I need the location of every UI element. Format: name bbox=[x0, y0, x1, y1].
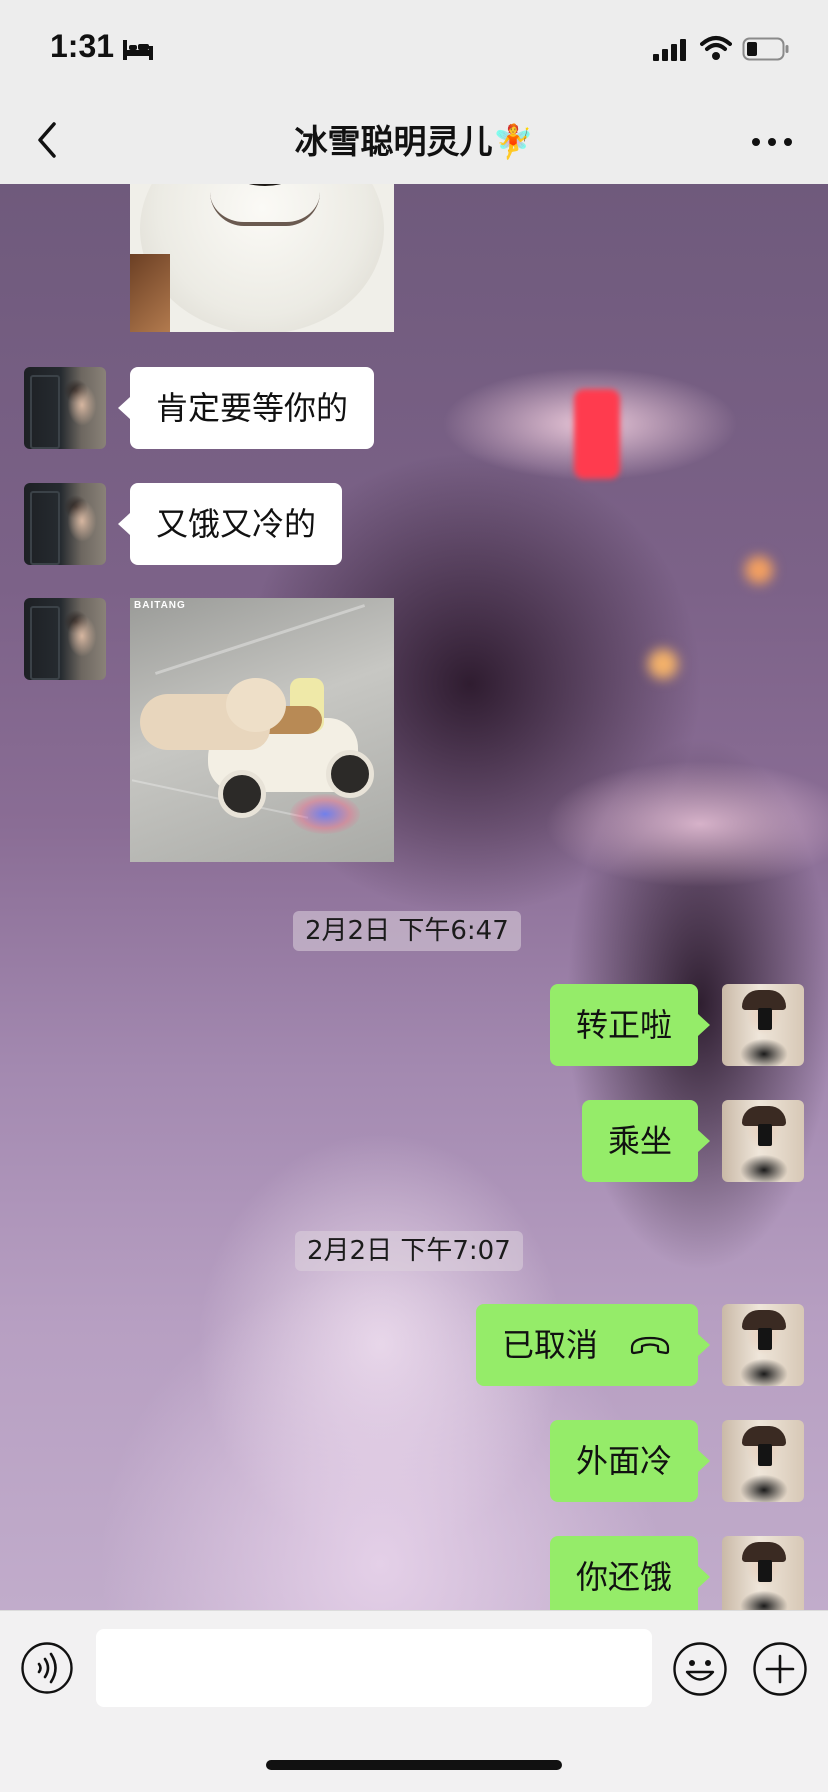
friend-avatar[interactable] bbox=[24, 598, 106, 680]
dog-nose bbox=[228, 184, 302, 186]
bed-icon bbox=[123, 40, 153, 60]
friend-message-bubble[interactable]: 肯定要等你的 bbox=[117, 367, 375, 449]
home-indicator[interactable] bbox=[266, 1760, 562, 1770]
my-message-bubble[interactable]: 转正啦 bbox=[549, 984, 711, 1066]
message-timestamp: 2月2日 下午6:47 bbox=[293, 911, 521, 951]
my-avatar[interactable] bbox=[722, 984, 804, 1066]
chat-screen: 1:31 冰雪聪明灵儿🧚 肯定要等你的 又饿又冷的 BAITANG 2月2日 下… bbox=[0, 0, 828, 1792]
avatar-detail bbox=[758, 1124, 772, 1146]
cat-scooter-sticker[interactable]: BAITANG bbox=[130, 598, 394, 862]
call-status-text: 已取消 bbox=[501, 1326, 598, 1364]
my-avatar[interactable] bbox=[722, 1304, 804, 1386]
my-avatar[interactable] bbox=[722, 1536, 804, 1610]
friend-avatar[interactable] bbox=[24, 367, 106, 449]
wifi-icon bbox=[700, 36, 732, 60]
avatar-detail bbox=[742, 990, 786, 1010]
avatar-detail bbox=[30, 606, 60, 680]
plus-icon[interactable] bbox=[752, 1641, 808, 1697]
chat-header: 冰雪聪明灵儿🧚 bbox=[0, 100, 828, 184]
avatar-detail bbox=[30, 491, 60, 565]
message-timestamp: 2月2日 下午7:07 bbox=[295, 1231, 523, 1271]
cat-head bbox=[226, 678, 286, 732]
friend-message-bubble[interactable]: 又饿又冷的 bbox=[117, 483, 343, 565]
avatar-detail bbox=[758, 1560, 772, 1582]
my-avatar[interactable] bbox=[722, 1100, 804, 1182]
sticker-floor-vein bbox=[154, 604, 366, 675]
scooter-wheel bbox=[218, 770, 266, 818]
avatar-detail bbox=[758, 1008, 772, 1030]
white-dog-face-sticker bbox=[140, 184, 384, 332]
message-input[interactable] bbox=[96, 1629, 652, 1707]
scooter-light bbox=[290, 794, 360, 834]
avatar-detail bbox=[742, 1426, 786, 1446]
sticker-watermark: BAITANG bbox=[134, 600, 186, 611]
my-message-bubble[interactable]: 你还饿 bbox=[549, 1536, 711, 1610]
dog-mouth bbox=[210, 192, 320, 226]
phone-hangup-icon bbox=[630, 1336, 670, 1355]
avatar-detail bbox=[742, 1542, 786, 1562]
more-dots-icon[interactable] bbox=[750, 130, 794, 154]
emoji-icon[interactable] bbox=[672, 1641, 728, 1697]
sticker-message[interactable] bbox=[130, 184, 394, 332]
my-avatar[interactable] bbox=[722, 1420, 804, 1502]
avatar-detail bbox=[742, 1310, 786, 1330]
voice-icon[interactable] bbox=[20, 1641, 74, 1695]
friend-avatar[interactable] bbox=[24, 483, 106, 565]
avatar-detail bbox=[758, 1328, 772, 1350]
my-message-bubble[interactable]: 乘坐 bbox=[581, 1100, 711, 1182]
message-list[interactable]: 肯定要等你的 又饿又冷的 BAITANG 2月2日 下午6:47 转正啦 乘坐 bbox=[0, 184, 828, 1610]
status-time: 1:31 bbox=[50, 28, 115, 64]
avatar-detail bbox=[758, 1444, 772, 1466]
my-message-bubble[interactable]: 外面冷 bbox=[549, 1420, 711, 1502]
signal-icon bbox=[653, 39, 686, 61]
scooter-wheel bbox=[326, 750, 374, 798]
sticker-corner bbox=[130, 254, 170, 332]
chat-title: 冰雪聪明灵儿🧚 bbox=[294, 122, 534, 161]
call-record-bubble[interactable]: 已取消 bbox=[475, 1304, 711, 1386]
status-bar: 1:31 bbox=[0, 0, 828, 100]
avatar-detail bbox=[742, 1106, 786, 1126]
avatar-detail bbox=[30, 375, 60, 449]
battery-icon bbox=[742, 37, 789, 61]
